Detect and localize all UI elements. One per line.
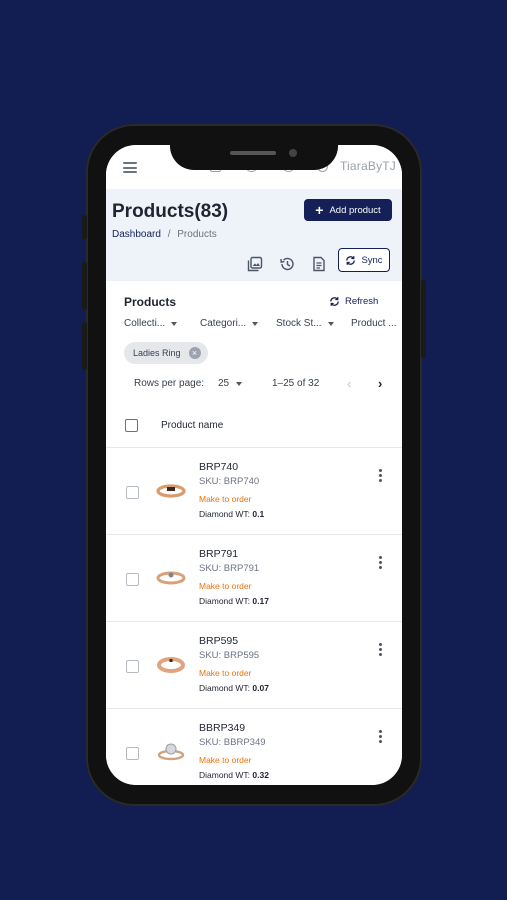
product-sku: SKU: BRP595 (199, 650, 260, 661)
table-header: Product name (106, 407, 402, 448)
product-image[interactable] (156, 741, 186, 763)
diamond-weight-value: 0.32 (252, 770, 269, 780)
filter-label: Collecti... (124, 318, 166, 329)
refresh-button[interactable]: Refresh (329, 296, 378, 307)
table-row[interactable]: BRP791 SKU: BRP791 Make to order Diamond… (106, 535, 402, 622)
page-title: Products(83) (112, 201, 229, 222)
brand-name: TiaraByTJ (339, 159, 396, 173)
chevron-left-icon[interactable]: ‹ (347, 376, 351, 391)
volume-down-button (82, 322, 87, 370)
chevron-right-icon[interactable]: › (378, 376, 382, 391)
plus-icon: + (315, 202, 324, 218)
volume-up-button (82, 262, 87, 310)
product-status: Make to order (199, 668, 252, 678)
breadcrumb-separator: / (167, 229, 171, 240)
product-name: BBRP349 (199, 722, 246, 734)
add-product-button[interactable]: + Add product (304, 199, 392, 221)
more-options-icon[interactable] (379, 730, 383, 745)
caret-down-icon (252, 321, 259, 326)
caret-down-icon (327, 321, 334, 326)
document-icon[interactable] (311, 256, 327, 272)
sync-label: Sync (361, 254, 383, 266)
mute-switch (82, 215, 87, 239)
filter-category[interactable]: Categori... (200, 318, 259, 329)
filter-collection[interactable]: Collecti... (124, 318, 178, 329)
refresh-label: Refresh (345, 296, 379, 307)
rows-per-page-label: Rows per page: (134, 378, 205, 389)
menu-icon[interactable] (123, 162, 137, 173)
phone-screen: TiaraByTJ Products(83) + Add product Das… (106, 145, 402, 785)
diamond-weight-value: 0.07 (252, 683, 269, 693)
filter-label: Categori... (200, 318, 247, 329)
table-row[interactable]: BRP740 SKU: BRP740 Make to order Diamond… (106, 448, 402, 535)
front-camera (289, 149, 297, 157)
product-sku: SKU: BRP791 (199, 563, 260, 574)
filter-stock-status[interactable]: Stock St... (276, 318, 334, 329)
rows-per-page-select[interactable]: 25 (218, 378, 243, 389)
phone-notch (170, 140, 338, 170)
rows-per-page-value: 25 (218, 378, 230, 389)
diamond-weight-value: 0.17 (252, 596, 269, 606)
breadcrumb-dashboard[interactable]: Dashboard (112, 229, 161, 240)
filter-bar: Collecti... Categori... Stock St... Prod… (124, 318, 402, 334)
product-name: BRP595 (199, 635, 239, 647)
table-row[interactable]: BRP595 SKU: BRP595 Make to order Diamond… (106, 622, 402, 709)
diamond-weight-label: Diamond WT: (199, 596, 251, 606)
product-name: BRP740 (199, 461, 239, 473)
filter-label: Product ... (351, 318, 397, 329)
more-options-icon[interactable] (379, 469, 383, 484)
diamond-weight-label: Diamond WT: (199, 683, 251, 693)
pagination: Rows per page: 25 1–25 of 32 ‹ › (134, 376, 394, 392)
panel-title: Products (124, 295, 177, 309)
more-options-icon[interactable] (379, 556, 383, 571)
filter-label: Stock St... (276, 318, 322, 329)
diamond-weight-value: 0.1 (252, 509, 265, 519)
product-image[interactable] (156, 480, 186, 502)
product-sku: SKU: BBRP349 (199, 737, 266, 748)
diamond-weight: Diamond WT: 0.1 (199, 509, 264, 519)
power-button (421, 280, 426, 358)
product-image[interactable] (156, 654, 186, 676)
more-options-icon[interactable] (379, 643, 383, 658)
sync-button[interactable]: Sync (338, 248, 390, 272)
breadcrumb-current: Products (177, 229, 217, 240)
diamond-weight: Diamond WT: 0.07 (199, 683, 269, 693)
product-status: Make to order (199, 581, 252, 591)
refresh-icon (330, 297, 339, 306)
product-status: Make to order (199, 494, 252, 504)
caret-down-icon (236, 381, 243, 386)
add-product-label: Add product (329, 204, 381, 216)
speaker (230, 151, 276, 155)
product-status: Make to order (199, 755, 252, 765)
diamond-weight: Diamond WT: 0.17 (199, 596, 269, 606)
product-image[interactable] (156, 567, 186, 589)
diamond-weight-label: Diamond WT: (199, 770, 251, 780)
row-checkbox[interactable] (126, 573, 139, 586)
table-row[interactable]: BBRP349 SKU: BBRP349 Make to order Diamo… (106, 709, 402, 785)
row-checkbox[interactable] (126, 747, 139, 760)
products-panel: Products Refresh Collecti... Categori...… (106, 281, 402, 785)
diamond-weight: Diamond WT: 0.32 (199, 770, 269, 780)
row-checkbox[interactable] (126, 486, 139, 499)
page-header: Products(83) + Add product Dashboard / P… (106, 189, 402, 281)
page-range: 1–25 of 32 (272, 378, 320, 389)
diamond-weight-label: Diamond WT: (199, 509, 251, 519)
product-sku: SKU: BRP740 (199, 476, 260, 487)
sync-icon (346, 255, 356, 265)
caret-down-icon (171, 321, 178, 326)
close-icon[interactable]: × (188, 347, 201, 359)
breadcrumb: Dashboard / Products (112, 229, 217, 240)
filter-product[interactable]: Product ... (351, 318, 397, 329)
select-all-checkbox[interactable] (125, 419, 138, 432)
filter-chip[interactable]: Ladies Ring × (124, 342, 208, 364)
column-product-name[interactable]: Product name (161, 420, 223, 431)
chip-label: Ladies Ring (133, 348, 181, 358)
row-checkbox[interactable] (126, 660, 139, 673)
product-name: BRP791 (199, 548, 239, 560)
gallery-icon[interactable] (247, 256, 263, 272)
history-icon[interactable] (279, 256, 295, 272)
